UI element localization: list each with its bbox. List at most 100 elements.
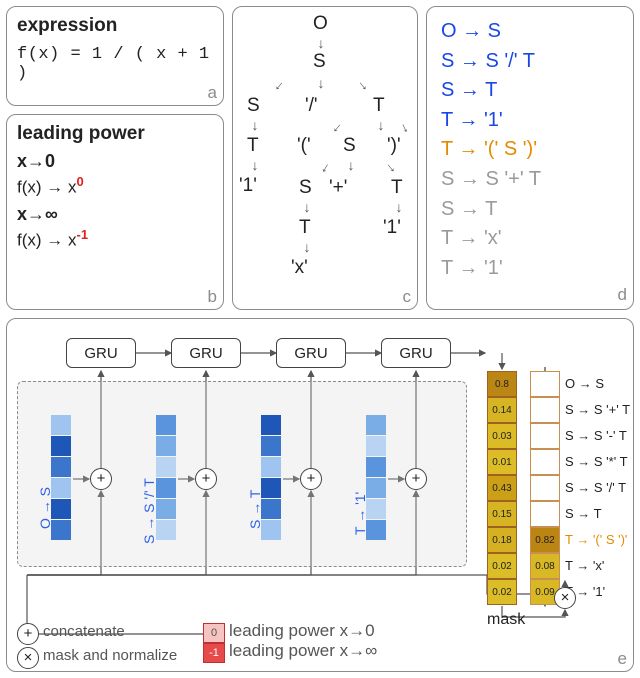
prob-cell: 0.8 bbox=[487, 371, 517, 397]
output-rule: T → '(' S ')' bbox=[565, 527, 630, 553]
fx-zero-pre: f(x) → x bbox=[17, 178, 77, 197]
tree-node-O: O bbox=[313, 13, 328, 35]
embedding-vector bbox=[366, 415, 386, 540]
grammar-rule: S → T bbox=[441, 76, 619, 106]
expression-title: expression bbox=[17, 15, 213, 37]
rule-sequence: O → SS → S '/' TS → TT → '1'T → '(' S ')… bbox=[441, 17, 619, 283]
legend-lp0: leading power x→0 bbox=[229, 621, 375, 641]
arrow-icon: ↓ bbox=[269, 74, 290, 95]
step-label: O → S bbox=[37, 487, 53, 529]
mask-legend-text: mask and normalize bbox=[43, 647, 177, 664]
grammar-rule: T → '1' bbox=[441, 106, 619, 136]
arrow-icon: ↓ bbox=[300, 239, 314, 255]
tree-node-lp: '(' bbox=[297, 135, 311, 157]
prob-cell: 0.02 bbox=[487, 579, 517, 605]
gru-cell: GRU bbox=[381, 338, 451, 368]
panel-label-c: c bbox=[403, 287, 412, 307]
output-probs-raw: 0.80.140.030.010.430.150.180.020.02 bbox=[487, 371, 517, 605]
prob-cell bbox=[530, 371, 560, 397]
panel-label-d: d bbox=[618, 282, 627, 307]
concat-op-icon: + bbox=[195, 468, 217, 490]
tree-node-one2: '1' bbox=[383, 217, 401, 239]
panel-expression: expression f(x) = 1 / ( x + 1 ) a bbox=[6, 6, 224, 106]
prob-cell: 0.18 bbox=[487, 527, 517, 553]
concat-op-icon: + bbox=[405, 468, 427, 490]
tree-node-x: 'x' bbox=[291, 257, 308, 279]
panel-label-a: a bbox=[208, 83, 217, 103]
arrow-icon: ↓ bbox=[314, 75, 328, 91]
grammar-rule: S → S '+' T bbox=[441, 165, 619, 195]
grammar-rule: S → S '/' T bbox=[441, 47, 619, 77]
output-rule: T → 'x' bbox=[565, 553, 630, 579]
grammar-rule: T → 'x' bbox=[441, 224, 619, 254]
tree-node-plus: '+' bbox=[329, 177, 347, 199]
fx-zero-exp: 0 bbox=[77, 174, 84, 189]
fx-inf-exp: -1 bbox=[77, 227, 89, 242]
output-rule: S → T bbox=[565, 501, 630, 527]
panel-leading-power: leading power x→0 f(x) → x0 x→∞ f(x) → x… bbox=[6, 114, 224, 310]
grammar-rule: S → T bbox=[441, 195, 619, 225]
tree-node-S3: S bbox=[343, 135, 356, 157]
mask-legend-icon: × bbox=[17, 647, 39, 669]
arrow-icon: ↓ bbox=[316, 157, 336, 178]
tree-node-slash: '/' bbox=[305, 95, 318, 117]
prob-cell bbox=[530, 449, 560, 475]
arrow-icon: ↓ bbox=[344, 157, 358, 173]
leading-power-inf-cell: -1 bbox=[203, 643, 225, 663]
prob-cell: 0.82 bbox=[530, 527, 560, 553]
panel-rule-list: O → SS → S '/' TS → TT → '1'T → '(' S ')… bbox=[426, 6, 634, 310]
gru-cell: GRU bbox=[171, 338, 241, 368]
expression-formula: f(x) = 1 / ( x + 1 ) bbox=[17, 45, 213, 83]
panel-label-e: e bbox=[618, 649, 627, 669]
output-rule: S → S '*' T bbox=[565, 449, 630, 475]
tree-node-T4: T bbox=[299, 217, 311, 239]
limit-inf: x→∞ bbox=[17, 204, 213, 225]
step-label: S → T bbox=[247, 490, 263, 529]
encoder-box bbox=[17, 381, 467, 567]
gru-cell: GRU bbox=[66, 338, 136, 368]
output-rule: O → S bbox=[565, 371, 630, 397]
prob-cell bbox=[530, 423, 560, 449]
output-rule: S → S '/' T bbox=[565, 475, 630, 501]
mask-op-icon: × bbox=[554, 587, 576, 609]
fx-zero: f(x) → x0 bbox=[17, 174, 213, 198]
concat-op-icon: + bbox=[300, 468, 322, 490]
prob-cell: 0.02 bbox=[487, 553, 517, 579]
tree-node-S2: S bbox=[247, 95, 260, 117]
step-label: S → S '/' T bbox=[141, 478, 157, 544]
legend-lpinf: leading power x→∞ bbox=[229, 641, 377, 661]
tree-node-T2: T bbox=[247, 135, 259, 157]
grammar-rule: O → S bbox=[441, 17, 619, 47]
prob-cell: 0.01 bbox=[487, 449, 517, 475]
fx-inf: f(x) → x-1 bbox=[17, 227, 213, 251]
tree-node-T1: T bbox=[373, 95, 385, 117]
prob-cell: 0.15 bbox=[487, 501, 517, 527]
arrow-icon: ↓ bbox=[248, 117, 262, 133]
step-label: T → '1' bbox=[352, 492, 368, 535]
grammar-rule: T → '(' S ')' bbox=[441, 135, 619, 165]
grammar-rule: T → '1' bbox=[441, 254, 619, 284]
prob-cell: 0.43 bbox=[487, 475, 517, 501]
arrow-icon: ↓ bbox=[300, 199, 314, 215]
prob-cell bbox=[530, 501, 560, 527]
arrow-icon: ↓ bbox=[379, 156, 400, 177]
concat-legend-text: concatenate bbox=[43, 623, 125, 640]
embedding-vector bbox=[261, 415, 281, 540]
tree-node-T3: T bbox=[391, 177, 403, 199]
output-rule-labels: O → SS → S '+' TS → S '-' TS → S '*' TS … bbox=[565, 371, 630, 605]
tree-node-S: S bbox=[313, 51, 326, 73]
tree-node-rp: ')' bbox=[387, 135, 401, 157]
tree-node-S4: S bbox=[299, 177, 312, 199]
leading-power-zero-cell: 0 bbox=[203, 623, 225, 643]
output-rule: S → S '-' T bbox=[565, 423, 630, 449]
panel-architecture: GRU GRU GRU GRU + + + + O → S S → S '/' … bbox=[6, 318, 634, 672]
arrow-icon: ↓ bbox=[314, 35, 328, 51]
tree-node-one1: '1' bbox=[239, 175, 257, 197]
prob-cell: 0.14 bbox=[487, 397, 517, 423]
output-rule: S → S '+' T bbox=[565, 397, 630, 423]
fx-inf-pre: f(x) → x bbox=[17, 230, 77, 249]
mask-label: mask bbox=[487, 611, 525, 629]
prob-cell bbox=[530, 475, 560, 501]
gru-cell: GRU bbox=[276, 338, 346, 368]
output-probs-masked: 0.820.080.09 bbox=[530, 371, 560, 605]
